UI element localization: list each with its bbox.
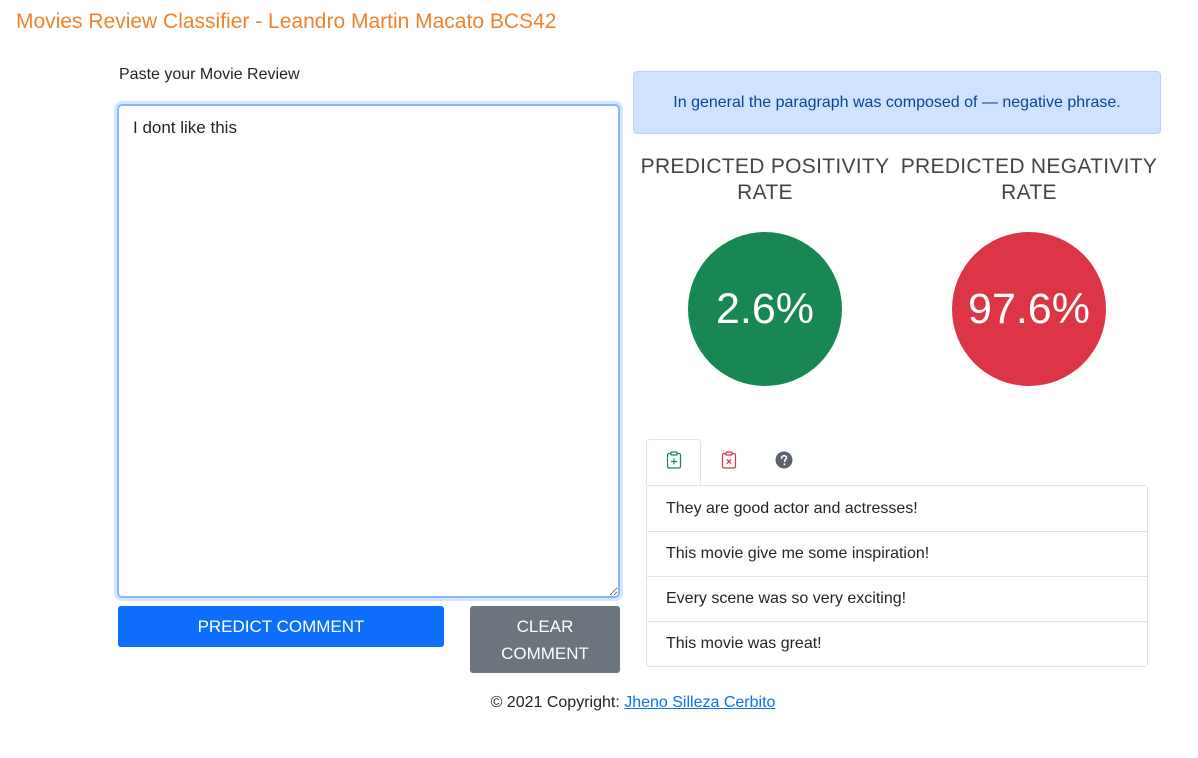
tab-negative-examples[interactable] xyxy=(701,439,756,485)
negativity-rate-title: PREDICTED NEGATIVITY RATE xyxy=(900,155,1158,204)
positivity-rate-title: PREDICTED POSITIVITY RATE xyxy=(640,155,890,204)
review-textarea[interactable] xyxy=(117,104,620,598)
tab-help[interactable] xyxy=(756,439,811,485)
clipboard-plus-icon xyxy=(666,450,682,474)
clear-comment-button[interactable]: CLEAR COMMENT xyxy=(470,606,620,673)
list-item: They are good actor and actresses! xyxy=(666,499,918,517)
examples-tabs xyxy=(646,439,1148,485)
negativity-rate-value: 97.6% xyxy=(968,284,1090,333)
result-summary-text: In general the paragraph was composed of… xyxy=(673,93,1121,111)
negativity-rate-circle: 97.6% xyxy=(952,232,1106,386)
predict-comment-button[interactable]: PREDICT COMMENT xyxy=(118,606,444,647)
result-summary-alert: In general the paragraph was composed of… xyxy=(633,71,1161,134)
question-circle-icon xyxy=(775,451,793,474)
copyright-text: © 2021 Copyright: xyxy=(490,694,620,711)
list-item: This movie was great! xyxy=(647,621,1147,666)
positivity-rate-value: 2.6% xyxy=(715,284,814,333)
list-item: This movie give me some inspiration! xyxy=(647,531,1147,576)
clipboard-x-icon xyxy=(721,450,737,474)
review-input-label: Paste your Movie Review xyxy=(119,66,300,83)
list-item: Every scene was so very exciting! xyxy=(647,576,1147,621)
positive-examples-list: They are good actor and actresses! This … xyxy=(646,485,1148,667)
positivity-rate-circle: 2.6% xyxy=(688,232,842,386)
app-title: Movies Review Classifier - Leandro Marti… xyxy=(16,10,557,33)
author-link[interactable]: Jheno Silleza Cerbito xyxy=(624,694,775,711)
tab-positive-examples[interactable] xyxy=(646,439,701,485)
footer: © 2021 Copyright: Jheno Silleza Cerbito xyxy=(0,694,1198,712)
